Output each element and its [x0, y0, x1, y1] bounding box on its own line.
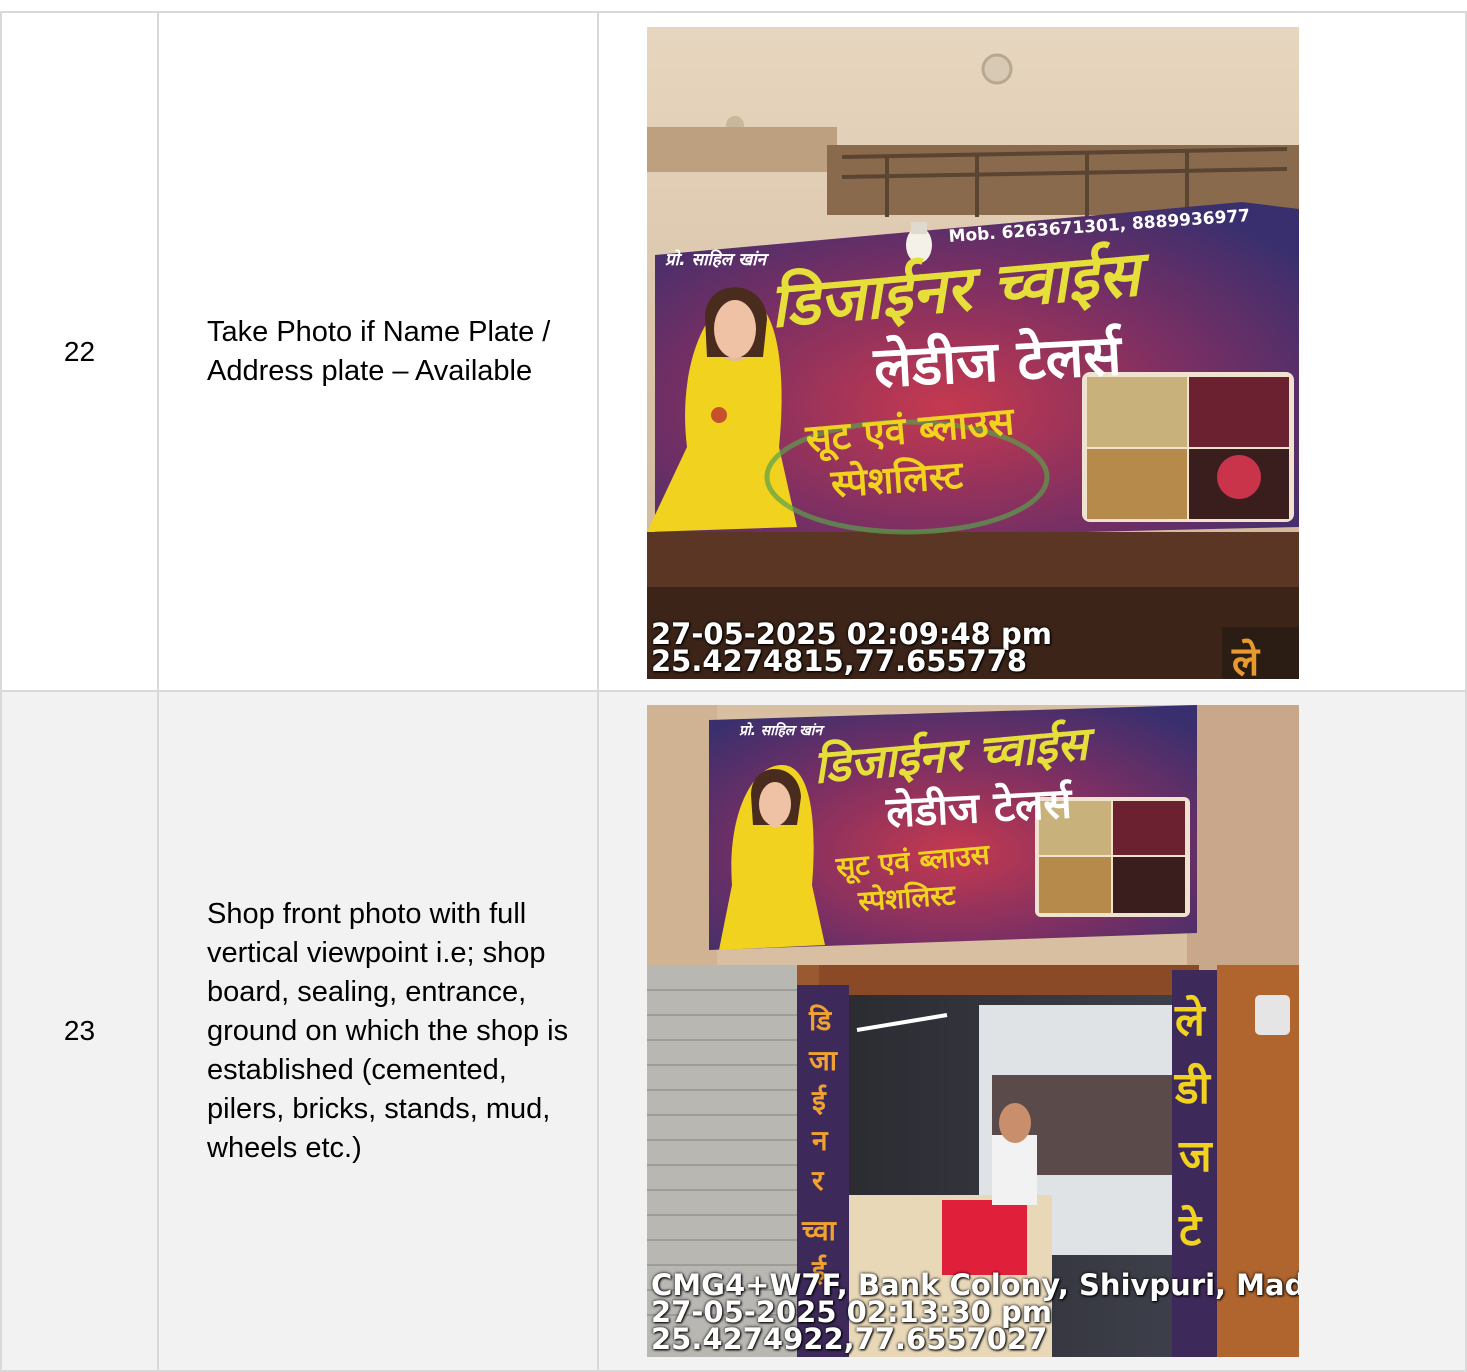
row-number: 22	[63, 335, 96, 367]
sign-owner: प्रो. साहिल खांन	[739, 722, 825, 739]
right-pillar-glyph: टे	[1178, 1204, 1203, 1256]
photo-coordinates: 25.4274922,77.6557027	[651, 1322, 1048, 1356]
left-pillar-glyph: र	[811, 1164, 825, 1197]
left-pillar-glyph: डि	[808, 1004, 832, 1037]
name-plate-photo-image: प्रो. साहिल खांन Mob. 6263671301, 888993…	[647, 26, 1299, 679]
row-number-cell: 23	[0, 690, 159, 1372]
shop-front-photo[interactable]: प्रो. साहिल खांन डिजाईनर च्वाईस लेडीज टे…	[647, 705, 1299, 1357]
row-number: 23	[63, 1015, 96, 1046]
left-pillar-glyph: न	[811, 1124, 829, 1157]
name-plate-photo[interactable]: प्रो. साहिल खांन Mob. 6263671301, 888993…	[647, 26, 1299, 679]
photo-coordinates: 25.4274815,77.655778	[651, 643, 1028, 678]
photo-stamp: CMG4+W7F, Bank Colony, Shivpuri, Madhya …	[651, 1271, 1299, 1356]
checklist-table: 22 Take Photo if Name Plate / Address pl…	[0, 11, 1467, 1372]
row-number-cell: 22	[0, 11, 159, 692]
table-row: 23 Shop front photo with full vertical v…	[0, 690, 1467, 1372]
shop-front-photo-image: प्रो. साहिल खांन डिजाईनर च्वाईस लेडीज टे…	[647, 705, 1299, 1357]
sign-owner: प्रो. साहिल खांन	[665, 249, 770, 270]
photo-cell: प्रो. साहिल खांन Mob. 6263671301, 888993…	[597, 11, 1467, 692]
left-pillar-glyph: ई	[811, 1084, 827, 1117]
table-row: 22 Take Photo if Name Plate / Address pl…	[0, 11, 1467, 692]
right-pillar-glyph: ले	[1174, 994, 1207, 1046]
right-pillar-glyph: डी	[1173, 1062, 1212, 1114]
photo-stamp: 27-05-2025 02:09:48 pm 25.4274815,77.655…	[651, 619, 1052, 678]
row-description: Take Photo if Name Plate / Address plate…	[157, 11, 599, 692]
left-pillar-glyph: च्वा	[801, 1214, 838, 1247]
left-pillar-glyph: जा	[808, 1044, 839, 1077]
row-description: Shop front photo with full vertical view…	[157, 690, 599, 1372]
photo-cell: प्रो. साहिल खांन डिजाईनर च्वाईस लेडीज टे…	[597, 690, 1467, 1372]
sign-subtitle: लेडीज टेलर्स	[871, 322, 1125, 401]
sign-subtitle: लेडीज टेलर्स	[884, 778, 1075, 837]
sign-tagline-2: स्पेशलिस्ट	[829, 452, 966, 505]
right-pillar-glyph: ज	[1178, 1131, 1213, 1182]
side-sign-glyph: ले	[1231, 638, 1261, 679]
sign-tagline-2: स्पेशलिस्ट	[856, 878, 957, 918]
